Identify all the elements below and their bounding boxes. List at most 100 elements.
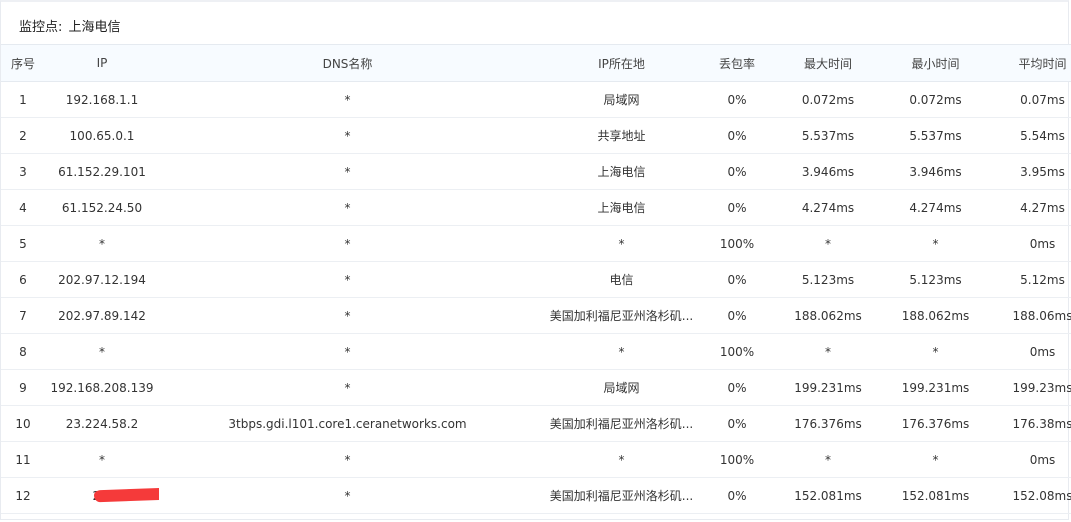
min-time-cell: 152.081ms xyxy=(889,477,982,514)
ip-location-cell: 共享地址 xyxy=(536,117,707,154)
monitor-value: 上海电信 xyxy=(68,20,121,35)
avg-time-cell: 176.38ms xyxy=(982,405,1071,442)
hop-index-cell: 7 xyxy=(1,297,45,334)
hop-index-cell: 6 xyxy=(1,261,45,298)
packet-loss-cell: 0% xyxy=(707,405,767,442)
table-row: 1 192.168.1.1 * 局域网 0% 0.072ms 0.072ms 0.07ms xyxy=(1,81,1071,118)
table-row: 11 * * * 100% * * 0ms xyxy=(1,441,1071,478)
dns-name-cell: * xyxy=(159,477,536,514)
max-time-cell: 152.081ms xyxy=(767,477,889,514)
avg-time-cell: 0ms xyxy=(982,441,1071,478)
avg-time-cell: 0.07ms xyxy=(982,81,1071,118)
hop-index-cell: 10 xyxy=(1,405,45,442)
packet-loss-cell: 100% xyxy=(707,225,767,262)
hop-index-cell: 5 xyxy=(1,225,45,262)
col-header-index: 序号 xyxy=(1,44,45,82)
packet-loss-cell: 0% xyxy=(707,297,767,334)
min-time-cell: 188.062ms xyxy=(889,297,982,334)
redacted-ip: 23. xyxy=(92,487,159,503)
max-time-cell: 188.062ms xyxy=(767,297,889,334)
dns-name-cell: * xyxy=(159,441,536,478)
avg-time-cell: 0ms xyxy=(982,225,1071,262)
col-header-avg-time: 平均时间 xyxy=(982,44,1071,82)
ip-location-cell: * xyxy=(536,225,707,262)
max-time-cell: 199.231ms xyxy=(767,369,889,406)
ip-location-cell: * xyxy=(536,333,707,370)
max-time-cell: 3.946ms xyxy=(767,153,889,190)
col-header-loss: 丢包率 xyxy=(707,44,767,82)
packet-loss-cell: 0% xyxy=(707,153,767,190)
ip-location-cell: 上海电信 xyxy=(536,153,707,190)
dns-name-cell: * xyxy=(159,189,536,226)
max-time-cell: * xyxy=(767,225,889,262)
ip-location-cell: 电信 xyxy=(536,261,707,298)
min-time-cell: * xyxy=(889,441,982,478)
ip-location-cell: 上海电信 xyxy=(536,189,707,226)
packet-loss-cell: 100% xyxy=(707,333,767,370)
ip-location-cell: * xyxy=(536,441,707,478)
dns-name-cell: * xyxy=(159,117,536,154)
hop-index-cell: 9 xyxy=(1,369,45,406)
hop-index-cell: 4 xyxy=(1,189,45,226)
ip-location-cell: 局域网 xyxy=(536,369,707,406)
ip-cell: * xyxy=(45,333,159,370)
table-row: 8 * * * 100% * * 0ms xyxy=(1,333,1071,370)
table-row: 1223.*美国加利福尼亚州洛杉矶...0%152.081ms152.081ms… xyxy=(1,477,1071,514)
packet-loss-cell: 0% xyxy=(707,261,767,298)
dns-name-cell: * xyxy=(159,153,536,190)
max-time-cell: * xyxy=(767,333,889,370)
max-time-cell: 4.274ms xyxy=(767,189,889,226)
min-time-cell: 5.123ms xyxy=(889,261,982,298)
max-time-cell: 5.537ms xyxy=(767,117,889,154)
ip-cell: 100.65.0.1 xyxy=(45,117,159,154)
dns-name-cell: 3tbps.gdi.l101.core1.ceranetworks.com xyxy=(159,405,536,442)
packet-loss-cell: 0% xyxy=(707,81,767,118)
ip-cell: 202.97.12.194 xyxy=(45,261,159,298)
ip-cell: * xyxy=(45,441,159,478)
min-time-cell: 4.274ms xyxy=(889,189,982,226)
min-time-cell: * xyxy=(889,225,982,262)
ip-cell: 192.168.208.139 xyxy=(45,369,159,406)
monitor-point-title: 监控点: 上海电信 xyxy=(19,16,121,35)
dns-name-cell: * xyxy=(159,81,536,118)
min-time-cell: 5.537ms xyxy=(889,117,982,154)
hop-index-cell: 12 xyxy=(1,477,45,514)
table-row: 6 202.97.12.194 * 电信 0% 5.123ms 5.123ms 5.12ms xyxy=(1,261,1071,298)
monitor-label: 监控点 xyxy=(19,20,59,35)
col-header-min-time: 最小时间 xyxy=(889,44,982,82)
ip-cell: * xyxy=(45,225,159,262)
ip-cell: 61.152.29.101 xyxy=(45,153,159,190)
max-time-cell: 176.376ms xyxy=(767,405,889,442)
ip-cell: 202.97.89.142 xyxy=(45,297,159,334)
dns-name-cell: * xyxy=(159,297,536,334)
hop-index-cell: 11 xyxy=(1,441,45,478)
table-row: 7 202.97.89.142 * 美国加利福尼亚州洛杉矶... 0% 188.062ms… xyxy=(1,297,1071,334)
ip-location-cell: 局域网 xyxy=(536,81,707,118)
dns-name-cell: * xyxy=(159,333,536,370)
hop-index-cell: 1 xyxy=(1,81,45,118)
ip-cell: 23. xyxy=(45,477,159,514)
ip-location-cell: 美国加利福尼亚州洛杉矶... xyxy=(536,405,707,442)
col-header-max-time: 最大时间 xyxy=(767,44,889,82)
col-header-dns: DNS名称 xyxy=(159,44,536,82)
avg-time-cell: 0ms xyxy=(982,333,1071,370)
table-row: 5 * * * 100% * * 0ms xyxy=(1,225,1071,262)
min-time-cell: 3.946ms xyxy=(889,153,982,190)
avg-time-cell: 4.27ms xyxy=(982,189,1071,226)
avg-time-cell: 152.08ms xyxy=(982,477,1071,514)
min-time-cell: * xyxy=(889,333,982,370)
packet-loss-cell: 0% xyxy=(707,117,767,154)
dns-name-cell: * xyxy=(159,261,536,298)
avg-time-cell: 188.06ms xyxy=(982,297,1071,334)
traceroute-panel: 监控点: 上海电信 序号 IP DNS名称 IP所在地 丢包率 最大时间 最小时… xyxy=(0,0,1071,520)
monitor-colon: : xyxy=(58,20,63,35)
ip-location-cell: 美国加利福尼亚州洛杉矶... xyxy=(536,297,707,334)
table-row: 9 192.168.208.139 * 局域网 0% 199.231ms 199.231ms… xyxy=(1,369,1071,406)
packet-loss-cell: 0% xyxy=(707,189,767,226)
min-time-cell: 0.072ms xyxy=(889,81,982,118)
ip-cell: 61.152.24.50 xyxy=(45,189,159,226)
table-row: 4 61.152.24.50 * 上海电信 0% 4.274ms 4.274ms 4.27ms xyxy=(1,189,1071,226)
ip-location-cell: 美国加利福尼亚州洛杉矶... xyxy=(536,477,707,514)
table-row: 2 100.65.0.1 * 共享地址 0% 5.537ms 5.537ms 5.54ms xyxy=(1,117,1071,154)
hop-index-cell: 2 xyxy=(1,117,45,154)
